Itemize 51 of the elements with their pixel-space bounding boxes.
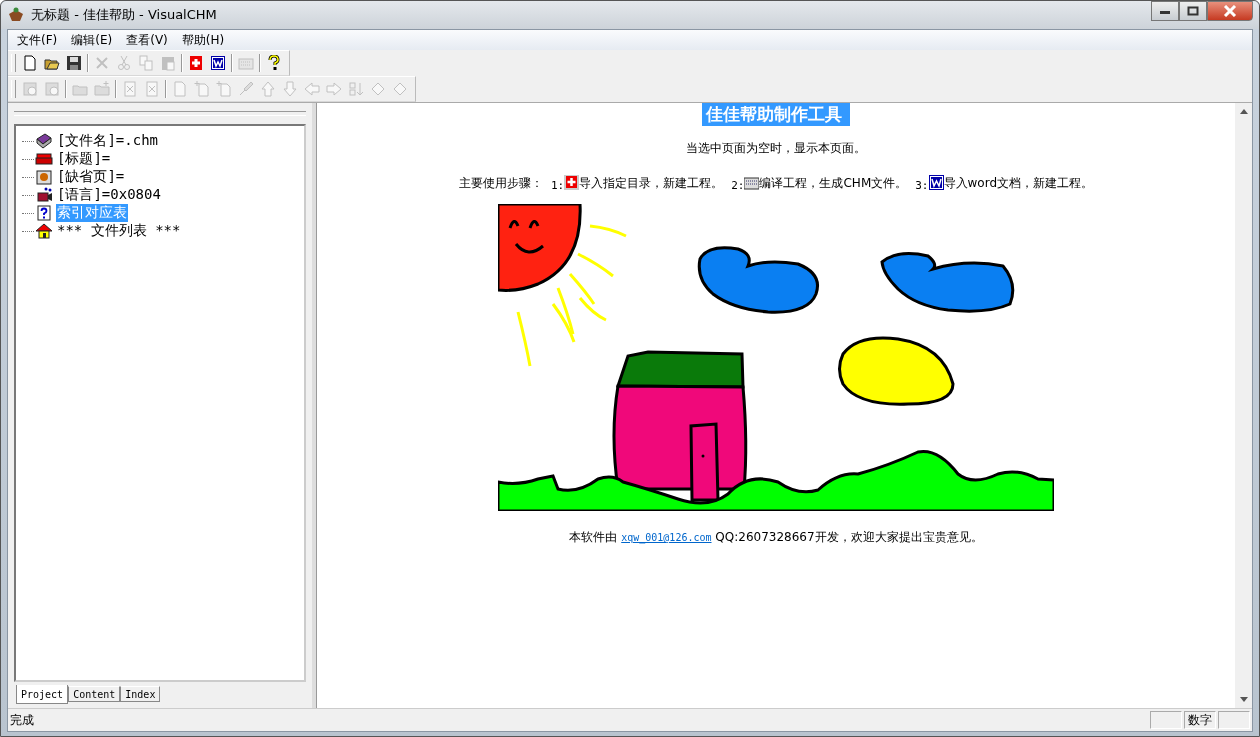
minimize-button[interactable] <box>1151 1 1179 21</box>
step-text: 编译工程，生成CHM文件。 <box>759 175 908 192</box>
maximize-icon <box>1187 6 1199 16</box>
new-icon[interactable] <box>22 55 38 71</box>
question-icon <box>35 205 53 221</box>
tree-item[interactable]: *** 文件列表 *** <box>56 222 182 240</box>
vertical-scrollbar[interactable] <box>1235 103 1252 708</box>
tree-item[interactable]: [文件名]=.chm <box>56 132 159 150</box>
tree-item[interactable]: [标题]= <box>56 150 112 168</box>
camera-icon <box>35 187 53 203</box>
page-heading: 佳佳帮助制作工具 <box>702 103 850 126</box>
email-link[interactable]: xqw_001@126.com <box>621 532 712 543</box>
minimize-icon <box>1159 8 1171 14</box>
menu-item[interactable]: 编辑(E) <box>64 31 120 49</box>
pane-tab[interactable]: Content <box>68 686 121 702</box>
window-title: 无标题 - 佳佳帮助 - VisualCHM <box>31 6 217 24</box>
steps-label: 主要使用步骤： <box>459 175 543 192</box>
status-message: 完成 <box>9 711 35 729</box>
keyboard-icon <box>744 175 760 190</box>
book-icon <box>35 133 53 149</box>
menu-item[interactable]: 帮助(H) <box>174 31 232 49</box>
scroll-up-icon[interactable] <box>1239 109 1248 114</box>
save-icon[interactable] <box>66 55 82 71</box>
add-icon <box>564 175 580 190</box>
step-text: 导入指定目录，新建工程。 <box>579 175 724 192</box>
pane-tab[interactable]: Project <box>16 685 69 704</box>
status-panel <box>1218 711 1250 729</box>
scroll-down-icon[interactable] <box>1239 697 1248 702</box>
word-icon <box>928 175 944 190</box>
step-number: 3: <box>915 179 929 192</box>
step-number: 2: <box>731 179 745 192</box>
step-number: 1: <box>551 179 565 192</box>
maximize-button[interactable] <box>1179 1 1207 21</box>
picture-icon <box>35 169 53 185</box>
step-text: 导入word文档，新建工程。 <box>943 175 1093 192</box>
sofa-icon <box>35 151 53 167</box>
house-icon <box>35 223 53 239</box>
pane-tab[interactable]: Index <box>120 686 161 702</box>
close-icon <box>1223 5 1237 17</box>
word-icon[interactable] <box>210 55 226 71</box>
app-icon <box>7 6 25 24</box>
close-button[interactable] <box>1207 1 1253 21</box>
credits-text: 本软件由 xqw_001@126.com QQ:2607328667开发，欢迎大家提出宝贵意见。 <box>569 529 983 546</box>
menu-item[interactable]: 文件(F) <box>10 31 65 49</box>
menu-item[interactable]: 查看(V) <box>119 31 175 49</box>
tree-item[interactable]: [缺省页]= <box>56 168 126 186</box>
help-icon[interactable] <box>266 55 282 71</box>
page-note: 当选中页面为空时，显示本页面。 <box>686 140 866 157</box>
status-indicator: 数字 <box>1184 711 1216 729</box>
tree-item[interactable]: [语言]=0x0804 <box>56 186 162 204</box>
status-panel <box>1150 711 1182 729</box>
